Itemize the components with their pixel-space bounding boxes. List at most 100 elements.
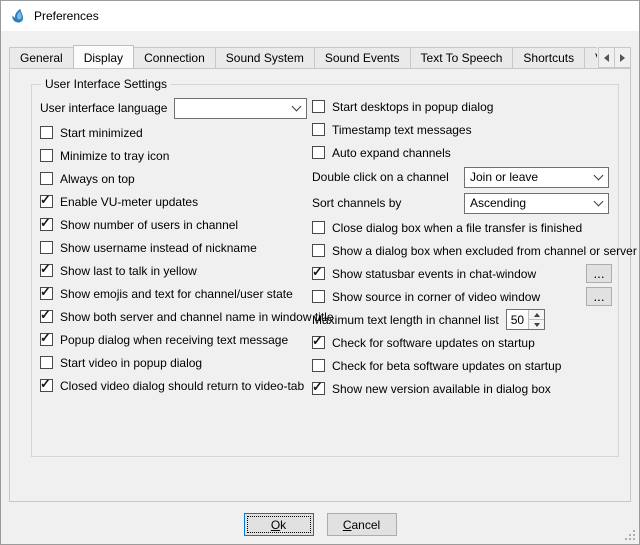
- checkbox-label: Show a dialog box when excluded from cha…: [332, 244, 637, 258]
- arrow-up-icon: [534, 313, 540, 317]
- checkbox-box: [312, 267, 325, 280]
- checkbox-box: [312, 382, 325, 395]
- double-click-row: Double click on a channel Join or leave: [312, 164, 612, 190]
- tab-page-display: User Interface Settings User interface l…: [9, 68, 631, 502]
- checkbox-always-on-top[interactable]: Always on top: [40, 167, 310, 190]
- checkbox-popup-text-message[interactable]: Popup dialog when receiving text message: [40, 328, 310, 351]
- max-text-length-row: Maximum text length in channel list 50: [312, 308, 612, 331]
- titlebar: Preferences: [1, 1, 639, 31]
- checkbox-server-channel-in-title[interactable]: Show both server and channel name in win…: [40, 305, 310, 328]
- checkbox-box: [312, 123, 325, 136]
- tab-display[interactable]: Display: [73, 45, 134, 68]
- checkbox-label: Show statusbar events in chat-window: [332, 267, 536, 281]
- double-click-label: Double click on a channel: [312, 170, 464, 184]
- max-text-length-label: Maximum text length in channel list: [312, 313, 499, 327]
- checkbox-show-username[interactable]: Show username instead of nickname: [40, 236, 310, 259]
- checkbox-video-source-corner[interactable]: Show source in corner of video window: [312, 290, 540, 304]
- checkbox-closed-video-return[interactable]: Closed video dialog should return to vid…: [40, 374, 310, 397]
- double-click-select[interactable]: Join or leave: [464, 167, 609, 188]
- checkbox-label: Timestamp text messages: [332, 123, 472, 137]
- checkbox-label: Start video in popup dialog: [60, 356, 202, 370]
- checkbox-box: [312, 146, 325, 159]
- chevron-down-icon: [594, 170, 604, 180]
- checkbox-label: Start desktops in popup dialog: [332, 100, 493, 114]
- checkbox-label: Show number of users in channel: [60, 218, 238, 232]
- spinner-up-button[interactable]: [529, 310, 544, 319]
- checkbox-start-video-popup[interactable]: Start video in popup dialog: [40, 351, 310, 374]
- tab-shortcuts[interactable]: Shortcuts: [512, 47, 585, 68]
- sort-channels-row: Sort channels by Ascending: [312, 190, 612, 216]
- statusbar-events-config-button[interactable]: ...: [586, 264, 612, 283]
- tab-sound-events[interactable]: Sound Events: [314, 47, 411, 68]
- video-source-config-button[interactable]: ...: [586, 287, 612, 306]
- checkbox-label: Minimize to tray icon: [60, 149, 169, 163]
- checkbox-last-talk-yellow[interactable]: Show last to talk in yellow: [40, 259, 310, 282]
- left-column: User interface language Start minimized …: [38, 95, 310, 400]
- chevron-down-icon: [594, 196, 604, 206]
- checkbox-box: [312, 100, 325, 113]
- resize-grip[interactable]: [624, 529, 636, 541]
- checkbox-close-filetransfer-dialog[interactable]: Close dialog box when a file transfer is…: [312, 216, 612, 239]
- tab-sound-system[interactable]: Sound System: [215, 47, 315, 68]
- checkbox-show-new-version-dialog[interactable]: Show new version available in dialog box: [312, 377, 612, 400]
- language-label: User interface language: [40, 101, 174, 115]
- checkbox-start-minimized[interactable]: Start minimized: [40, 121, 310, 144]
- checkbox-statusbar-events[interactable]: Show statusbar events in chat-window: [312, 267, 536, 281]
- checkbox-box: [40, 310, 53, 323]
- ok-button[interactable]: Ok: [244, 513, 314, 536]
- double-click-selected-value: Join or leave: [470, 170, 538, 184]
- checkbox-minimize-to-tray[interactable]: Minimize to tray icon: [40, 144, 310, 167]
- arrow-left-icon: [604, 54, 609, 62]
- checkbox-show-emojis[interactable]: Show emojis and text for channel/user st…: [40, 282, 310, 305]
- checkbox-check-beta-updates[interactable]: Check for beta software updates on start…: [312, 354, 612, 377]
- app-icon: [10, 8, 26, 24]
- checkbox-label: Show source in corner of video window: [332, 290, 540, 304]
- chevron-down-icon: [292, 101, 302, 111]
- tab-general[interactable]: General: [9, 47, 74, 68]
- ok-button-label: Ok: [271, 518, 286, 532]
- spinner-buttons: [528, 310, 544, 329]
- group-title: User Interface Settings: [41, 77, 171, 91]
- checkbox-box: [312, 290, 325, 303]
- checkbox-label: Show username instead of nickname: [60, 241, 257, 255]
- checkbox-enable-vu-meter[interactable]: Enable VU-meter updates: [40, 190, 310, 213]
- cancel-button[interactable]: Cancel: [327, 513, 397, 536]
- checkbox-label: Always on top: [60, 172, 135, 186]
- tab-bar: General Display Connection Sound System …: [9, 44, 631, 68]
- checkbox-timestamp-messages[interactable]: Timestamp text messages: [312, 118, 612, 141]
- window-title: Preferences: [34, 9, 99, 23]
- max-text-length-spinner[interactable]: 50: [506, 309, 545, 330]
- max-text-length-value: 50: [507, 310, 528, 329]
- checkbox-label: Popup dialog when receiving text message: [60, 333, 288, 347]
- checkbox-label: Show both server and channel name in win…: [60, 310, 334, 324]
- tab-connection[interactable]: Connection: [133, 47, 216, 68]
- checkbox-label: Enable VU-meter updates: [60, 195, 198, 209]
- checkbox-auto-expand-channels[interactable]: Auto expand channels: [312, 141, 612, 164]
- tab-text-to-speech[interactable]: Text To Speech: [410, 47, 514, 68]
- tab-scroll-right-button[interactable]: [614, 47, 631, 68]
- preferences-dialog: Preferences General Display Connection S…: [0, 0, 640, 545]
- checkbox-check-updates[interactable]: Check for software updates on startup: [312, 331, 612, 354]
- user-interface-settings-group: User Interface Settings User interface l…: [31, 77, 619, 457]
- statusbar-events-row: Show statusbar events in chat-window ...: [312, 262, 612, 285]
- checkbox-box: [40, 356, 53, 369]
- checkbox-box: [40, 333, 53, 346]
- spinner-down-button[interactable]: [529, 319, 544, 329]
- tab-scroll-left-button[interactable]: [598, 47, 615, 68]
- language-row: User interface language: [40, 95, 310, 121]
- checkbox-box: [40, 287, 53, 300]
- sort-channels-selected-value: Ascending: [470, 196, 526, 210]
- checkbox-show-user-count[interactable]: Show number of users in channel: [40, 213, 310, 236]
- language-select[interactable]: [174, 98, 307, 119]
- checkbox-label: Closed video dialog should return to vid…: [60, 379, 304, 393]
- checkbox-start-desktops-popup[interactable]: Start desktops in popup dialog: [312, 95, 612, 118]
- checkbox-box: [40, 379, 53, 392]
- video-source-row: Show source in corner of video window ..…: [312, 285, 612, 308]
- checkbox-box: [312, 244, 325, 257]
- checkbox-label: Show last to talk in yellow: [60, 264, 197, 278]
- checkbox-show-excluded-dialog[interactable]: Show a dialog box when excluded from cha…: [312, 239, 612, 262]
- tab-scroll-buttons: [598, 47, 631, 68]
- tab-video[interactable]: Video: [584, 47, 597, 68]
- tab-strip: General Display Connection Sound System …: [9, 45, 597, 68]
- sort-channels-select[interactable]: Ascending: [464, 193, 609, 214]
